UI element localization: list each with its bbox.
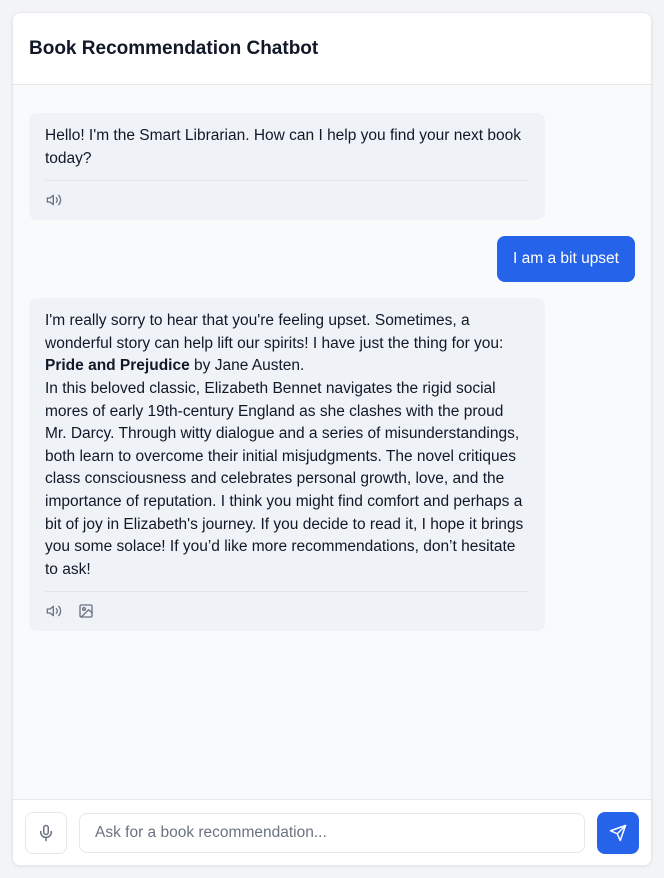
bot-message-text: Hello! I'm the Smart Librarian. How can … xyxy=(45,127,521,167)
bot-message-text: I'm really sorry to hear that you're fee… xyxy=(45,310,529,581)
book-title: Pride and Prejudice xyxy=(45,357,190,375)
send-button[interactable] xyxy=(597,811,639,854)
microphone-icon xyxy=(40,824,52,841)
page-title: Book Recommendation Chatbot xyxy=(29,37,319,59)
send-icon xyxy=(609,824,627,841)
speaker-icon[interactable] xyxy=(45,602,63,620)
recommendation-intro: I'm really sorry to hear that you're fee… xyxy=(45,312,504,352)
image-icon[interactable] xyxy=(77,602,95,620)
book-author: by Jane Austen. xyxy=(189,357,305,375)
message-input[interactable] xyxy=(79,812,585,853)
bot-message: Hello! I'm the Smart Librarian. How can … xyxy=(29,113,545,221)
user-message: I am a bit upset xyxy=(497,236,635,283)
user-message-row: I am a bit upset xyxy=(29,236,635,283)
microphone-button[interactable] xyxy=(25,811,67,854)
message-list: Hello! I'm the Smart Librarian. How can … xyxy=(13,85,651,799)
header: Book Recommendation Chatbot xyxy=(13,13,651,85)
composer xyxy=(13,799,651,865)
speaker-icon[interactable] xyxy=(45,191,63,209)
message-actions xyxy=(45,591,529,621)
bot-message: I'm really sorry to hear that you're fee… xyxy=(29,298,545,632)
message-actions xyxy=(45,180,529,210)
recommendation-body: In this beloved classic, Elizabeth Benne… xyxy=(45,379,524,578)
chat-window: Book Recommendation Chatbot Hello! I'm t… xyxy=(12,12,652,866)
